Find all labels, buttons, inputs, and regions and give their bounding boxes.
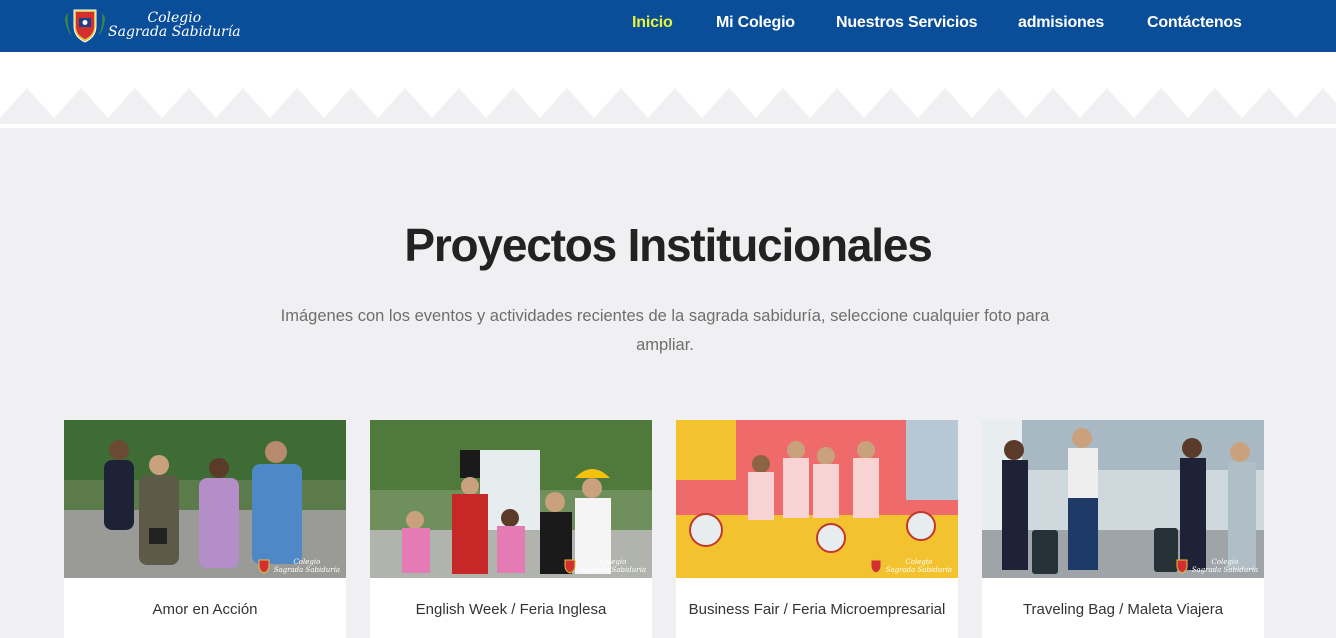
project-caption[interactable]: Amor en Acción (64, 601, 346, 618)
crest-watermark-icon (564, 559, 576, 574)
watermark-line1: Colegio (293, 558, 321, 566)
watermark-line1: Colegio (1211, 558, 1239, 566)
photo-image (64, 420, 346, 578)
watermark-text: Colegio Sagrada Sabiduría (274, 558, 340, 574)
watermark-line2: Sagrada Sabiduría (1191, 566, 1258, 574)
nav-item-admisiones[interactable]: admisiones (1018, 14, 1104, 32)
project-caption[interactable]: Business Fair / Feria Microempresarial (676, 601, 958, 618)
nav-item-inicio[interactable]: Inicio (632, 14, 673, 32)
photo-watermark: Colegio Sagrada Sabiduría (1174, 558, 1258, 574)
crest-watermark-icon (870, 559, 882, 574)
project-photo[interactable]: Colegio Sagrada Sabiduría (370, 420, 652, 578)
project-photo[interactable]: Colegio Sagrada Sabiduría (676, 420, 958, 578)
watermark-line2: Sagrada Sabiduría (885, 566, 952, 574)
photo-image (982, 420, 1264, 578)
zigzag-divider (0, 88, 1336, 124)
project-card-traveling-bag[interactable]: Colegio Sagrada Sabiduría Traveling Bag … (982, 420, 1264, 638)
project-card-business-fair[interactable]: Colegio Sagrada Sabiduría Business Fair … (676, 420, 958, 638)
section-title: Proyectos Institucionales (404, 219, 932, 271)
top-navbar: Colegio Sagrada Sabiduría Inicio Mi Cole… (0, 0, 1336, 52)
project-photo[interactable]: Colegio Sagrada Sabiduría (64, 420, 346, 578)
crest-watermark-icon (258, 559, 270, 574)
main-nav: Inicio Mi Colegio Nuestros Servicios adm… (0, 0, 1336, 48)
nav-item-nuestros-servicios[interactable]: Nuestros Servicios (836, 14, 978, 32)
nav-item-mi-colegio[interactable]: Mi Colegio (716, 14, 795, 32)
project-photo[interactable]: Colegio Sagrada Sabiduría (982, 420, 1264, 578)
project-card-amor-en-accion[interactable]: Colegio Sagrada Sabiduría Amor en Acción (64, 420, 346, 638)
photo-watermark: Colegio Sagrada Sabiduría (868, 558, 952, 574)
watermark-line1: Colegio (905, 558, 933, 566)
watermark-line2: Sagrada Sabiduría (579, 566, 646, 574)
project-caption[interactable]: Traveling Bag / Maleta Viajera (982, 601, 1264, 618)
watermark-line2: Sagrada Sabiduría (273, 566, 340, 574)
photo-image (676, 420, 958, 578)
watermark-text: Colegio Sagrada Sabiduría (580, 558, 646, 574)
photo-watermark: Colegio Sagrada Sabiduría (562, 558, 646, 574)
section-subtitle: Imágenes con los eventos y actividades r… (280, 307, 1050, 354)
project-card-english-week[interactable]: Colegio Sagrada Sabiduría English Week /… (370, 420, 652, 638)
photo-watermark: Colegio Sagrada Sabiduría (256, 558, 340, 574)
watermark-line1: Colegio (599, 558, 627, 566)
project-caption[interactable]: English Week / Feria Inglesa (370, 601, 652, 618)
watermark-text: Colegio Sagrada Sabiduría (886, 558, 952, 574)
crest-watermark-icon (1176, 559, 1188, 574)
nav-item-contactenos[interactable]: Contáctenos (1147, 14, 1242, 32)
watermark-text: Colegio Sagrada Sabiduría (1192, 558, 1258, 574)
photo-image (370, 420, 652, 578)
